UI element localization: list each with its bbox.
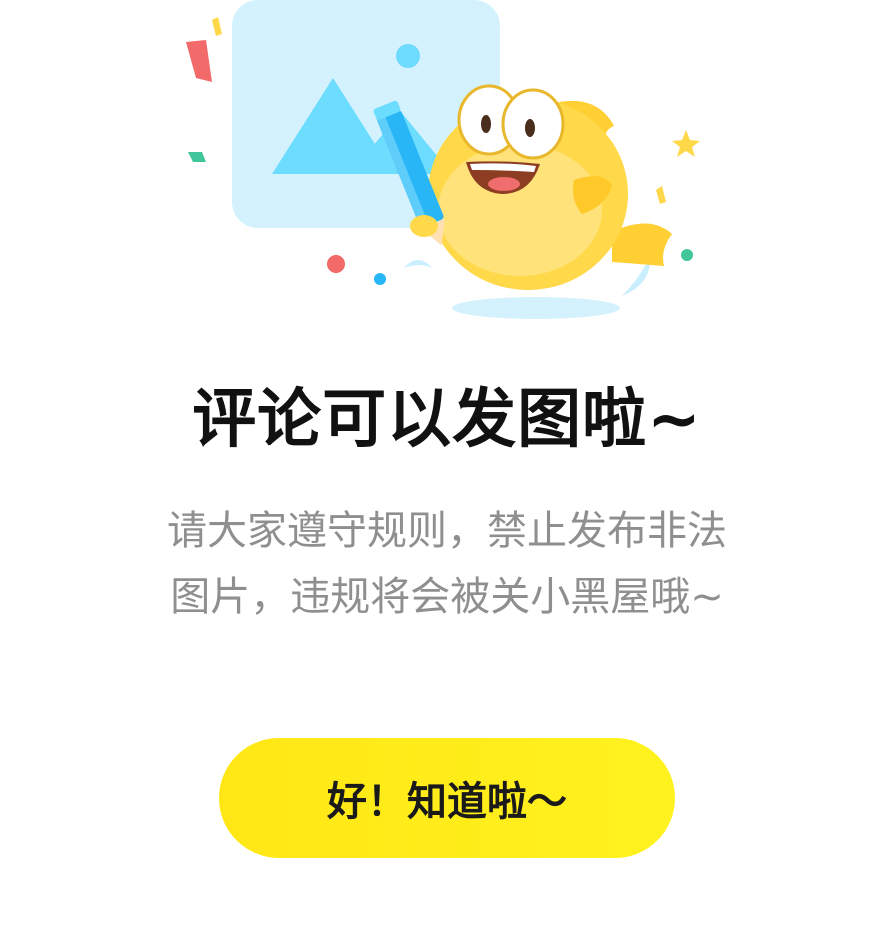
dialog-description: 请大家遵守规则，禁止发布非法 图片，违规将会被关小黑屋哦~ [80,498,814,630]
mascot-shadow [452,297,620,319]
confirm-button[interactable]: 好！知道啦～ [219,738,675,858]
dialog-container: 评论可以发图啦~ 请大家遵守规则，禁止发布非法 图片，违规将会被关小黑屋哦~ 好… [0,0,894,948]
header-illustration [186,0,700,319]
description-line-2: 图片，违规将会被关小黑屋哦~ [170,574,724,620]
dialog-title: 评论可以发图啦~ [192,383,702,457]
description-line-1: 请大家遵守规则，禁止发布非法 [167,508,727,554]
